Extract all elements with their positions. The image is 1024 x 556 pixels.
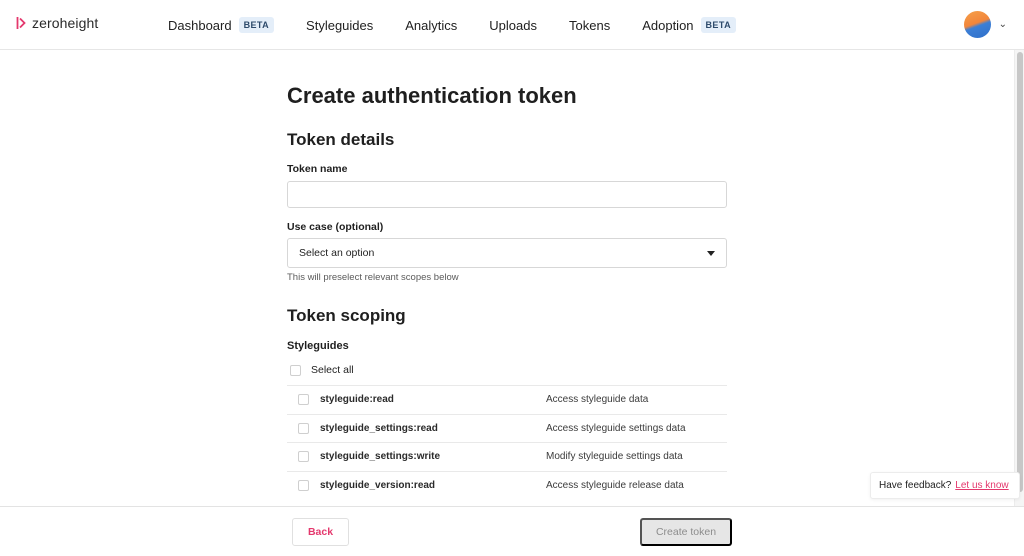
back-button[interactable]: Back: [292, 518, 349, 546]
use-case-selected-value: Select an option: [299, 247, 375, 259]
nav-item-styleguides[interactable]: Styleguides: [306, 18, 373, 33]
create-token-button[interactable]: Create token: [640, 518, 732, 546]
nav-item-label: Uploads: [489, 17, 537, 33]
select-all-checkbox[interactable]: [290, 364, 301, 376]
use-case-label: Use case (optional): [287, 221, 384, 233]
nav-item-uploads[interactable]: Uploads: [489, 18, 537, 33]
feedback-link[interactable]: Let us know: [955, 480, 1008, 491]
scope-row: styleguide_version:read Access styleguid…: [287, 470, 727, 500]
scope-description: Modify styleguide settings data: [546, 451, 683, 463]
token-scoping-heading: Token scoping: [287, 306, 406, 325]
scope-checkbox[interactable]: [298, 422, 309, 434]
scope-row: styleguide:read Access styleguide data: [287, 385, 727, 414]
logo-text: zeroheight: [32, 15, 99, 31]
feedback-widget: Have feedback? Let us know: [870, 472, 1020, 499]
main-nav: Dashboard BETA Styleguides Analytics Upl…: [168, 0, 736, 50]
styleguides-group-title: Styleguides: [287, 340, 349, 352]
scope-description: Access styleguide release data: [546, 479, 684, 491]
token-name-input[interactable]: [287, 181, 727, 208]
scope-row: styleguide_settings:read Access stylegui…: [287, 413, 727, 443]
page-scrollbar[interactable]: [1014, 50, 1024, 506]
use-case-hint: This will preselect relevant scopes belo…: [287, 272, 459, 283]
nav-item-label: Dashboard: [168, 17, 232, 33]
token-name-label: Token name: [287, 163, 348, 175]
feedback-prompt: Have feedback?: [879, 480, 952, 491]
nav-item-analytics[interactable]: Analytics: [405, 18, 457, 33]
scope-name: styleguide_settings:write: [320, 451, 441, 463]
scope-list: styleguide:read Access styleguide data s…: [287, 385, 727, 499]
chevron-down-icon[interactable]: ⌄: [999, 19, 1007, 30]
form-footer: Back Create token: [0, 506, 1024, 556]
scope-name: styleguide_settings:read: [320, 422, 438, 434]
scope-checkbox[interactable]: [298, 451, 309, 463]
zeroheight-logo[interactable]: zeroheight: [16, 15, 98, 31]
scrollbar-thumb[interactable]: [1017, 52, 1023, 492]
beta-badge: BETA: [700, 17, 736, 33]
scope-row: styleguide_settings:write Modify stylegu…: [287, 442, 727, 471]
account-menu[interactable]: ⌄: [963, 11, 1007, 38]
scope-checkbox[interactable]: [298, 394, 309, 406]
nav-item-label: Styleguides: [306, 17, 374, 33]
select-all-option[interactable]: Select all: [290, 364, 354, 376]
nav-item-label: Adoption: [642, 17, 694, 33]
token-details-heading: Token details: [287, 130, 395, 149]
nav-item-adoption[interactable]: Adoption BETA: [642, 17, 736, 33]
caret-down-icon: [707, 250, 715, 256]
use-case-select[interactable]: Select an option: [287, 238, 727, 268]
select-all-label: Select all: [311, 364, 354, 376]
top-navigation-bar: zeroheight Dashboard BETA Styleguides An…: [0, 0, 1024, 50]
nav-item-label: Tokens: [569, 17, 611, 33]
nav-item-label: Analytics: [405, 17, 458, 33]
nav-item-tokens[interactable]: Tokens: [569, 18, 610, 33]
nav-item-dashboard[interactable]: Dashboard BETA: [168, 17, 275, 33]
scope-name: styleguide_version:read: [320, 479, 436, 491]
page-title: Create authentication token: [287, 83, 577, 108]
scope-description: Access styleguide settings data: [546, 422, 686, 434]
scope-description: Access styleguide data: [546, 394, 649, 406]
scope-checkbox[interactable]: [298, 479, 309, 491]
scope-name: styleguide:read: [320, 394, 394, 406]
zeroheight-logo-icon: [16, 16, 26, 30]
beta-badge: BETA: [238, 17, 275, 33]
avatar[interactable]: [963, 11, 991, 38]
